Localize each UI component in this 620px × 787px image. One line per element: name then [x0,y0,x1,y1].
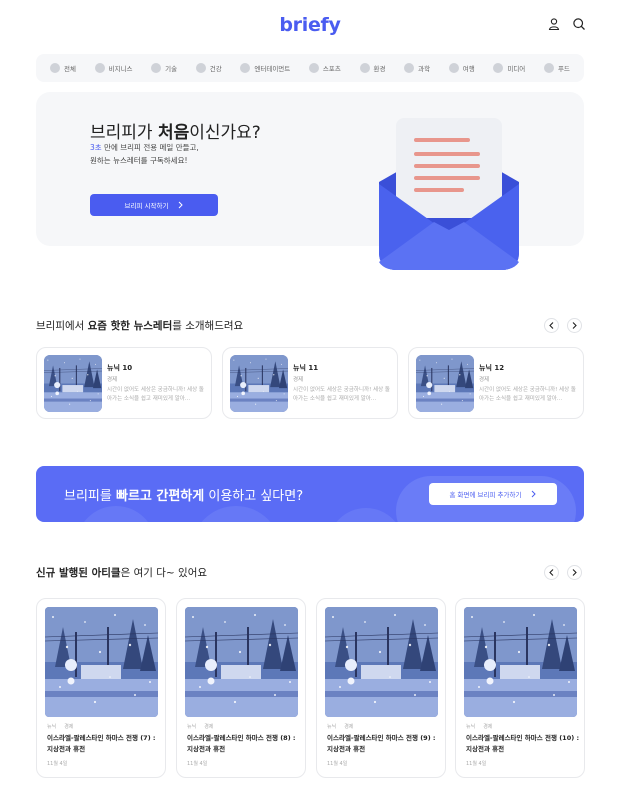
newsletters-section-title: 브리피에서 요즘 핫한 뉴스레터를 소개해드려요 [36,320,244,332]
newsletter-card[interactable]: 뉴닉 11 경제 시간이 없어도 세상은 궁금하니까! 세상 돌아가는 소식을 … [222,347,398,419]
article-meta: 뉴닉 경제 [187,724,214,730]
article-title: 이스라엘-팔레스타인 하마스 전쟁 (8) : 지상전과 휴전 [187,734,296,753]
wrench-icon [151,63,162,73]
articles-prev-button[interactable] [544,565,559,580]
article-thumbnail [45,607,158,717]
category-sports[interactable]: 스포츠 [308,63,341,73]
category-label: 전체 [64,65,76,73]
category-environment[interactable]: 환경 [359,63,386,73]
category-label: 엔터테이먼트 [254,65,291,73]
category-bar: 전체 비지니스 기술 건강 엔터테이먼트 스포츠 환경 과학 여행 미디어 푸드 [36,54,584,82]
newsletter-thumbnail [230,355,288,412]
banner-text: 브리피를 빠르고 간편하게 이용하고 싶다면? [64,489,304,504]
start-briefy-button[interactable]: 브리피 시작하기 [90,194,218,216]
category-label: 스포츠 [322,65,341,73]
chevron-right-icon [572,569,577,576]
article-title: 이스라엘-팔레스타인 하마스 전쟁 (10) : 지상전과 휴전 [466,734,580,753]
chevron-right-icon [572,322,577,329]
search-icon[interactable] [572,16,586,30]
newsletters-prev-button[interactable] [544,318,559,333]
category-media[interactable]: 미디어 [493,63,525,73]
article-thumbnail [325,607,438,717]
article-title: 이스라엘-팔레스타인 하마스 전쟁 (9) : 지상전과 휴전 [327,734,436,753]
article-thumbnail [185,607,298,717]
chevron-right-icon [179,201,184,209]
category-label: 미디어 [507,65,526,73]
newsletter-category: 경제 [479,377,490,383]
newsletter-description: 시간이 없어도 세상은 궁금하니까! 세상 돌아가는 소식을 쉽고 재미있게 알… [479,387,576,402]
article-meta: 뉴닉 경제 [466,724,493,730]
newsletter-thumbnail [416,355,474,412]
article-title: 이스라엘-팔레스타인 하마스 전쟁 (7) : 지상전과 휴전 [47,734,156,753]
add-to-home-banner: 브리피를 빠르고 간편하게 이용하고 싶다면? 홈 화면에 브리피 추가하기 [36,466,584,522]
hero-section: 브리피가 처음이신가요? 3초 만에 브리피 전용 메일 만들고, 원하는 뉴스… [36,92,584,270]
category-entertainment[interactable]: 엔터테이먼트 [240,63,290,73]
article-card[interactable]: 뉴닉 경제 이스라엘-팔레스타인 하마스 전쟁 (7) : 지상전과 휴전 11월… [36,598,166,778]
category-label: 건강 [209,65,222,73]
newsletter-name: 뉴닉 10 [107,364,133,372]
article-date: 11월 4일 [327,761,348,767]
articles-section-title: 신규 발행된 아티클은 여기 다~ 있어요 [36,567,208,579]
articles-next-button[interactable] [567,565,582,580]
article-card[interactable]: 뉴닉 경제 이스라엘-팔레스타인 하마스 전쟁 (8) : 지상전과 휴전 11월… [176,598,306,778]
category-travel[interactable]: 여행 [448,63,475,73]
earth-icon [359,63,370,73]
globe-icon [50,63,60,73]
article-card[interactable]: 뉴닉 경제 이스라엘-팔레스타인 하마스 전쟁 (9) : 지상전과 휴전 11월… [316,598,446,778]
hero-subtitle: 3초 만에 브리피 전용 메일 만들고, 원하는 뉴스레터를 구독하세요! [90,143,199,165]
category-label: 환경 [373,65,386,73]
envelope-illustration [379,118,519,270]
article-meta: 뉴닉 경제 [47,724,74,730]
newsletters-next-button[interactable] [567,318,582,333]
newsletter-category: 경제 [107,377,118,383]
category-label: 비지니스 [108,65,133,73]
newsletter-card[interactable]: 뉴닉 12 경제 시간이 없어도 세상은 궁금하니까! 세상 돌아가는 소식을 … [408,347,584,419]
newsletter-card[interactable]: 뉴닉 10 경제 시간이 없어도 세상은 궁금하니까! 세상 돌아가는 소식을 … [36,347,212,419]
add-to-home-button[interactable]: 홈 화면에 브리피 추가하기 [429,483,557,505]
category-label: 여행 [462,65,475,73]
article-date: 11월 4일 [187,761,208,767]
category-business[interactable]: 비지니스 [94,63,133,73]
hero-title: 브리피가 처음이신가요? [90,123,261,143]
category-all[interactable]: 전체 [50,63,76,73]
category-food[interactable]: 푸드 [543,63,570,73]
article-date: 11월 4일 [47,761,68,767]
newsletter-description: 시간이 없어도 세상은 궁금하니까! 세상 돌아가는 소식을 쉽고 재미있게 알… [293,387,390,402]
header: briefy [0,0,620,50]
newsletter-name: 뉴닉 11 [293,364,319,372]
gamepad-icon [240,63,251,73]
category-label: 기술 [165,65,178,73]
newsletter-description: 시간이 없어도 세상은 궁금하니까! 세상 돌아가는 소식을 쉽고 재미있게 알… [107,387,204,402]
bag-icon [448,63,459,73]
chevron-left-icon [549,322,554,329]
article-meta: 뉴닉 경제 [327,724,354,730]
logo[interactable]: briefy [0,14,620,36]
category-health[interactable]: 건강 [195,63,222,73]
article-card[interactable]: 뉴닉 경제 이스라엘-팔레스타인 하마스 전쟁 (10) : 지상전과 휴전 11… [455,598,585,778]
flask-icon [404,63,415,73]
category-label: 과학 [418,65,431,73]
food-icon [543,63,554,73]
chevron-right-icon [532,490,537,498]
newsletter-name: 뉴닉 12 [479,364,505,372]
ball-icon [308,63,319,73]
chevron-left-icon [549,569,554,576]
heart-icon [195,63,206,73]
newsletter-thumbnail [44,355,102,412]
category-label: 푸드 [557,65,570,73]
article-date: 11월 4일 [466,761,487,767]
category-science[interactable]: 과학 [404,63,430,73]
media-icon [493,63,504,73]
article-thumbnail [464,607,577,717]
category-tech[interactable]: 기술 [151,63,177,73]
chart-icon [94,63,105,73]
newsletter-category: 경제 [293,377,304,383]
user-icon[interactable] [547,16,561,31]
